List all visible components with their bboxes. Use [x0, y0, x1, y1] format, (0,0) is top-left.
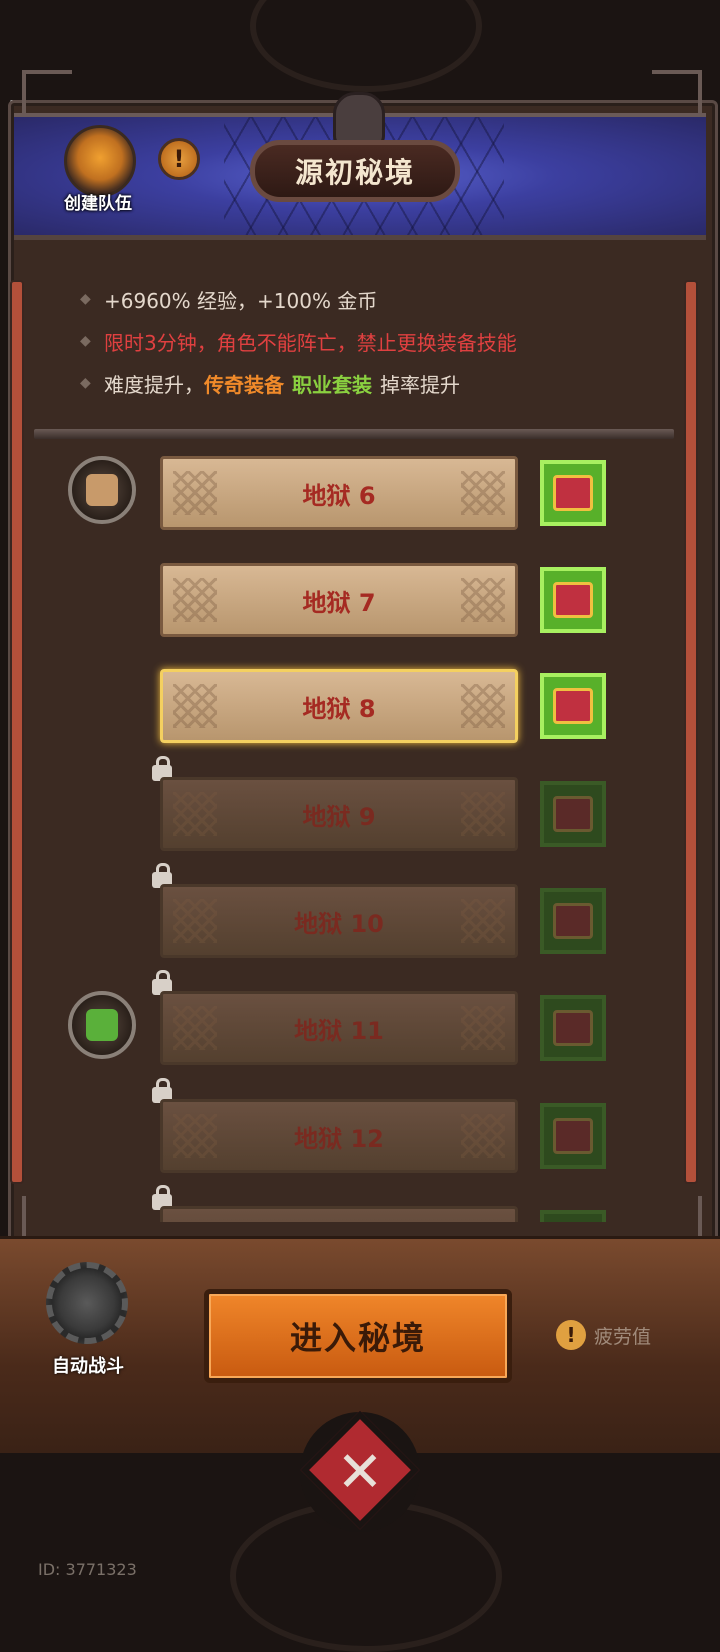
level-button[interactable]: 地狱 7: [160, 563, 518, 637]
warning-icon: !: [556, 1320, 586, 1350]
diamond-bullet-icon: ◆: [80, 333, 91, 349]
diamond-bullet-icon: ◆: [80, 291, 91, 307]
level-button-selected[interactable]: 地狱 8: [160, 669, 518, 743]
info-button[interactable]: !: [158, 138, 200, 180]
background-ornament: [250, 0, 482, 92]
hourglass-gear-icon: [46, 1262, 128, 1344]
left-rail: [10, 280, 24, 1184]
level-row: 地狱 8: [34, 669, 674, 759]
level-row: 地狱 11: [34, 970, 674, 1081]
axe-icon: [64, 125, 136, 197]
chest-button[interactable]: [540, 673, 606, 739]
fatigue-indicator[interactable]: ! 疲劳值: [556, 1320, 651, 1350]
level-row: 地狱 10: [34, 863, 674, 974]
auto-battle-button[interactable]: 自动战斗: [38, 1262, 138, 1377]
user-id: ID: 3771323: [38, 1560, 137, 1579]
level-row-partial: [34, 1185, 674, 1222]
level-button-locked[interactable]: 地狱 10: [160, 884, 518, 958]
chest-icon: [553, 1010, 593, 1046]
level-row: 地狱 7: [34, 563, 674, 653]
chest-button[interactable]: [540, 888, 606, 954]
right-rail: [684, 280, 698, 1184]
level-row: 地狱 6: [34, 456, 674, 546]
chest-icon: [553, 582, 593, 618]
chest-icon: [553, 903, 593, 939]
drop-line: ◆ 难度提升， 传奇装备 职业套装 掉率提升: [80, 372, 460, 397]
chest-button[interactable]: [540, 1103, 606, 1169]
enter-dungeon-button[interactable]: 进入秘境: [204, 1289, 512, 1383]
chest-icon: [553, 688, 593, 724]
page-title: 源初秘境: [250, 140, 460, 202]
chest-button[interactable]: [540, 781, 606, 847]
bonus-line: ◆ +6960% 经验，+100% 金币: [80, 288, 378, 313]
create-team-label: 创建队伍: [64, 194, 132, 214]
divider: [34, 429, 674, 439]
level-row: 地狱 12: [34, 1078, 674, 1189]
level-button-locked[interactable]: [160, 1206, 518, 1222]
chest-icon: [553, 1118, 593, 1154]
close-icon[interactable]: ✕: [318, 1430, 402, 1514]
level-button-locked[interactable]: 地狱 12: [160, 1099, 518, 1173]
level-button-locked[interactable]: 地狱 9: [160, 777, 518, 851]
bonus-info: ◆ +6960% 经验，+100% 金币 ◆ 限时3分钟，角色不能阵亡，禁止更换…: [80, 278, 640, 404]
level-row: 地狱 9: [34, 756, 674, 867]
scroll-reward-icon[interactable]: [68, 456, 136, 524]
chest-icon: [553, 475, 593, 511]
rule-line: ◆ 限时3分钟，角色不能阵亡，禁止更换装备技能: [80, 330, 517, 355]
armor-reward-icon[interactable]: [68, 991, 136, 1059]
diamond-bullet-icon: ◆: [80, 375, 91, 391]
chest-button[interactable]: [540, 460, 606, 526]
create-team-button[interactable]: 创建队伍: [52, 125, 144, 217]
level-button[interactable]: 地狱 6: [160, 456, 518, 530]
fatigue-label: 疲劳值: [594, 1325, 652, 1348]
chest-icon: [553, 796, 593, 832]
chest-button[interactable]: [540, 995, 606, 1061]
level-button-locked[interactable]: 地狱 11: [160, 991, 518, 1065]
chest-button[interactable]: [540, 1210, 606, 1222]
level-list[interactable]: 地狱 6 地狱 7 地狱 8 地狱 9 地狱 10 地狱 11 地狱 12: [34, 440, 674, 1222]
chest-button[interactable]: [540, 567, 606, 633]
auto-battle-label: 自动战斗: [52, 1356, 124, 1377]
